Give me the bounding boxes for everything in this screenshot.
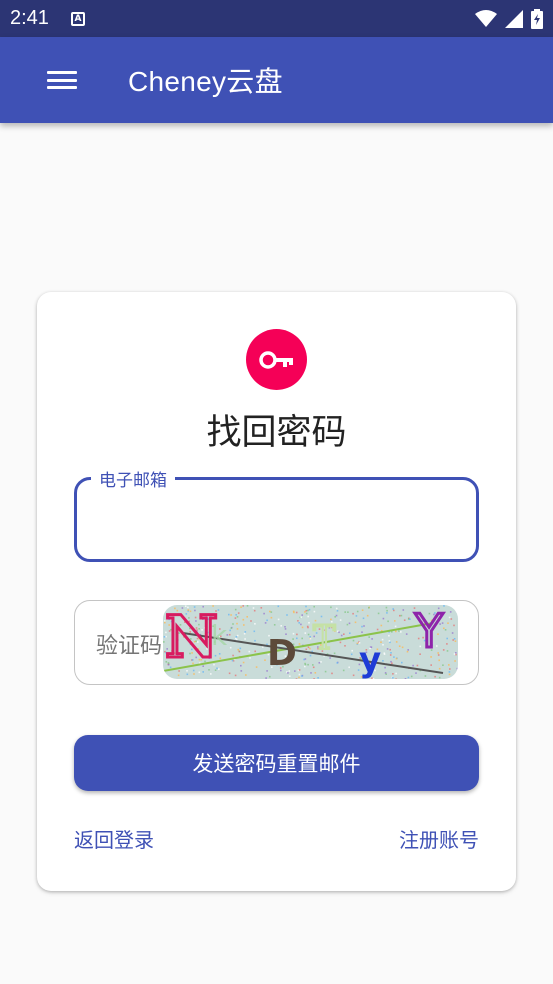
svg-text:Y: Y	[414, 605, 444, 658]
notification-a-icon: A	[70, 11, 85, 26]
svg-text:D: D	[267, 633, 297, 674]
captcha-image[interactable]: N k D T y Y	[163, 605, 458, 679]
key-avatar	[246, 329, 307, 390]
app-bar: Cheney云盘	[0, 37, 553, 123]
app-title: Cheney云盘	[128, 66, 283, 97]
status-time: 2:41	[10, 7, 49, 29]
email-input[interactable]	[95, 502, 455, 538]
wifi-icon	[475, 9, 497, 27]
status-icons	[475, 8, 543, 29]
page-title: 找回密码	[206, 413, 347, 453]
email-field-label: 电子邮箱	[91, 466, 175, 491]
captcha-field[interactable]: 验证码 N k D T y Y	[74, 600, 479, 685]
svg-text:y: y	[359, 640, 381, 679]
send-reset-email-button[interactable]: 发送密码重置邮件	[74, 735, 479, 791]
svg-text:k: k	[211, 619, 228, 652]
svg-text:T: T	[313, 618, 336, 658]
back-to-login-link[interactable]: 返回登录	[74, 824, 154, 853]
register-link[interactable]: 注册账号	[399, 824, 479, 853]
status-bar: 2:41 A	[0, 0, 553, 37]
battery-icon	[531, 8, 543, 29]
email-field[interactable]: 电子邮箱	[74, 466, 479, 562]
signal-icon	[505, 9, 523, 28]
menu-icon[interactable]	[47, 69, 77, 91]
reset-password-card: 找回密码 电子邮箱 验证码 N k D T y Y 发送密码重置邮件 返回登录 …	[37, 292, 516, 891]
captcha-placeholder: 验证码	[96, 634, 163, 659]
key-icon	[258, 350, 293, 369]
